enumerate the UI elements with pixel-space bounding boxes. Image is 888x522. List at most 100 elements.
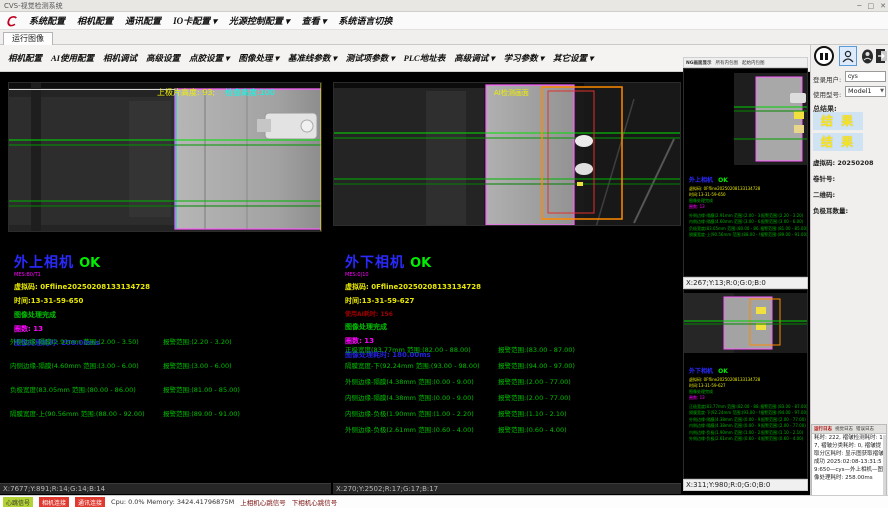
left-overlay-label-b: 检查高度:100: [225, 87, 275, 97]
tool-image-process[interactable]: 图像处理 ▾: [238, 52, 278, 64]
left-status-ok: OK: [79, 256, 100, 271]
tool-learn-params[interactable]: 学习参数 ▾: [504, 52, 544, 64]
center-measure-row: 外侧边缘-负极(2.61mm 范围:(0.60 - 4.00) 报警范围:(0.…: [345, 424, 675, 434]
maximize-button[interactable]: □: [868, 0, 875, 12]
left-camera-name: 外上相机: [14, 255, 74, 271]
exit-button[interactable]: [875, 46, 888, 66]
minimize-button[interactable]: ─: [857, 0, 861, 12]
menubar: Ｃ 系统配置 相机配置 通讯配置 IO卡配置 ▾ 光源控制配置 ▾ 查看 ▾ 系…: [0, 12, 888, 30]
window-controls: ─ □ ✕: [857, 0, 886, 12]
thumb-status: OK: [718, 368, 728, 375]
alarm-range: 报警范围:(1.10 - 2.10): [498, 408, 567, 418]
camera-connect-badge: 相机连接: [39, 497, 69, 507]
tool-camera-config[interactable]: 相机配置: [8, 52, 42, 64]
comm-connect-badge: 通讯连接: [75, 497, 105, 507]
alarm-range: 报警范围:(81.00 - 85.00): [163, 384, 240, 394]
left-camera-image[interactable]: 上极片高度: 93; 检查高度:100: [8, 82, 322, 232]
center-mes-text: MES:0|10: [345, 272, 675, 278]
alarm-range: 报警范围:(2.20 - 3.20): [163, 336, 232, 346]
left-result-block: 外上相机 OK MES:B0/T1 虚拟码: 0Ffline2025020813…: [14, 252, 330, 348]
log-scrollbar[interactable]: [883, 435, 886, 497]
thumb-alarm: 报警范围:(0.60 - 4.00): [761, 436, 803, 442]
thumb-tab-ng-view[interactable]: NG画面显示: [686, 60, 711, 66]
thumb-bottom-scene: [684, 293, 807, 353]
qrcode-label: 二维码:: [813, 189, 835, 199]
alarm-range: 报警范围:(94.00 - 97.00): [498, 360, 575, 370]
measure-value: 负极宽度(83.05mm 范围:(80.00 - 86.00): [10, 384, 163, 394]
menu-view[interactable]: 查看 ▾: [302, 14, 327, 27]
tool-advanced-settings[interactable]: 高级设置: [146, 52, 180, 64]
center-measure-row: 内侧边缘-负极(1.90mm 范围:(1.00 - 2.20) 报警范围:(1.…: [345, 408, 675, 418]
exit-door-icon: [875, 48, 888, 64]
center-barcode: 虚拟码: 0Ffline20250208133134728: [345, 282, 675, 292]
alarm-range: 报警范围:(2.00 - 77.00): [498, 376, 571, 386]
menu-system-config[interactable]: 系统配置: [29, 14, 65, 27]
tool-plc-table[interactable]: PLC地址表: [404, 52, 446, 64]
center-status-ok: OK: [410, 256, 431, 271]
center-pixel-coords: X:270;Y:2502;R:17;G:17;B:17: [333, 483, 681, 494]
center-measure-row: 外侧边缘-隔膜(4.38mm 范围:(0.00 - 9.00) 报警范围:(2.…: [345, 376, 675, 386]
thumb-header: NG画面显示 所有内包图 起始内包图: [683, 57, 808, 68]
menu-light-config[interactable]: 光源控制配置 ▾: [229, 14, 290, 27]
pause-button[interactable]: [814, 46, 834, 66]
alarm-range: 报警范围:(0.60 - 4.00): [498, 424, 567, 434]
user-icon: [842, 50, 854, 63]
log-tabs: 运行日志 视觉日志 错误日志: [812, 425, 886, 434]
model-label: 使用型号:: [813, 89, 841, 99]
menu-io-config[interactable]: IO卡配置 ▾: [173, 14, 217, 27]
model-select[interactable]: Model1 ▼: [845, 86, 886, 97]
measure-value: 外侧边缘-负极(2.61mm 范围:(0.60 - 4.00): [345, 424, 498, 434]
tool-ai-config[interactable]: AI使用配置: [51, 52, 94, 64]
left-overlay-label-a: 上极片高度: 93;: [157, 87, 215, 97]
left-time: 时间:13-31-59-650: [14, 296, 330, 306]
close-button[interactable]: ✕: [880, 0, 886, 12]
log-tab-error[interactable]: 错误日志: [856, 426, 874, 432]
thumb-tab-all-wrap[interactable]: 所有内包图: [715, 60, 738, 66]
menu-comm-config[interactable]: 通讯配置: [125, 14, 161, 27]
user-dark-icon: [861, 49, 874, 64]
thumb-top-coords: X:267;Y:13;R:0;G:0;B:0: [683, 277, 808, 289]
virtual-code-label: 虚拟码:: [813, 159, 835, 167]
tool-baseline-params[interactable]: 基准线参数 ▾: [288, 52, 337, 64]
left-turns: 圈数: 13: [14, 324, 330, 334]
log-panel: 运行日志 视觉日志 错误日志 耗时: 222, 褶皱检测耗时: 17, 褶皱分类…: [811, 424, 887, 498]
app-logo-icon: Ｃ: [4, 11, 17, 30]
login-user-input[interactable]: [845, 71, 886, 82]
thumbnail-bottom[interactable]: 外下相机 OK 虚拟码: 0Ffline20250208133134728 时间…: [683, 289, 808, 479]
measure-value: 内侧边缘-隔膜(4.38mm 范围:(0.00 - 9.00): [345, 392, 498, 402]
log-tab-run[interactable]: 运行日志: [814, 426, 832, 432]
measure-value: 内侧边缘-负极(1.90mm 范围:(1.00 - 2.20): [345, 408, 498, 418]
left-done: 图像处理完成: [14, 310, 330, 320]
thumb-status: OK: [718, 177, 728, 184]
tab-run-image[interactable]: 运行图像: [3, 32, 53, 45]
alarm-range: 报警范围:(83.00 - 87.00): [498, 344, 575, 354]
left-measure-row: 负极宽度(83.05mm 范围:(80.00 - 86.00) 报警范围:(81…: [10, 384, 240, 394]
tool-advanced-debug[interactable]: 高级调试 ▾: [454, 52, 494, 64]
center-camera-image[interactable]: AI检测画面: [333, 82, 681, 226]
thumbnail-top[interactable]: 外上相机 OK 虚拟码: 0Ffline20250208133134728 时间…: [683, 68, 808, 277]
tool-other-settings[interactable]: 其它设置 ▾: [553, 52, 593, 64]
left-measure-row: 隔膜宽度-上(90.56mm 范围:(88.00 - 92.00) 报警范围:(…: [10, 408, 240, 418]
menu-language[interactable]: 系统语言切换: [338, 14, 392, 27]
center-measure-row: 内侧边缘-隔膜(4.38mm 范围:(0.00 - 9.00) 报警范围:(2.…: [345, 392, 675, 402]
left-pixel-coords: X:7677;Y:891;R:14;G:14;B:14: [0, 483, 331, 494]
thumb-tab-start-wrap[interactable]: 起始内包图: [742, 60, 765, 66]
log-text: 耗时: 222, 褶皱检测耗时: 17, 褶皱分类耗时: 0, 褶皱提取分区耗时…: [812, 434, 886, 484]
tool-glue-settings[interactable]: 点胶设置 ▾: [189, 52, 229, 64]
thumb-measure: 隔膜宽度-上(90.56mm 范围:(88.00 - 92.00): [689, 232, 760, 238]
left-barcode: 虚拟码: 0Ffline20250208133134728: [14, 282, 330, 292]
alarm-range: 报警范围:(89.00 - 91.00): [163, 408, 240, 418]
cpu-memory-text: Cpu: 0.0% Memory: 3424.41796875M: [111, 498, 234, 506]
center-measure-row: 正极宽度(83.77mm 范围:(82.00 - 88.00) 报警范围:(83…: [345, 344, 675, 354]
measure-value: 外侧边缘-隔膜(4.38mm 范围:(0.00 - 9.00): [345, 376, 498, 386]
user-manage-button[interactable]: [860, 48, 874, 64]
menu-camera-config[interactable]: 相机配置: [77, 14, 113, 27]
measure-value: 内侧边缘-隔膜(4.60mm 范围:(3.00 - 6.00): [10, 360, 163, 370]
thumb-alarm: 报警范围:(89.00 - 91.00): [760, 232, 807, 238]
log-tab-vision[interactable]: 视觉日志: [835, 426, 853, 432]
tool-test-params[interactable]: 测试项参数 ▾: [346, 52, 395, 64]
lower-camera-heartbeat: 下相机心跳信号: [292, 497, 338, 507]
login-user-button[interactable]: [839, 46, 857, 66]
tool-camera-debug[interactable]: 相机调试: [103, 52, 137, 64]
login-user-label: 登录用户:: [813, 74, 841, 84]
